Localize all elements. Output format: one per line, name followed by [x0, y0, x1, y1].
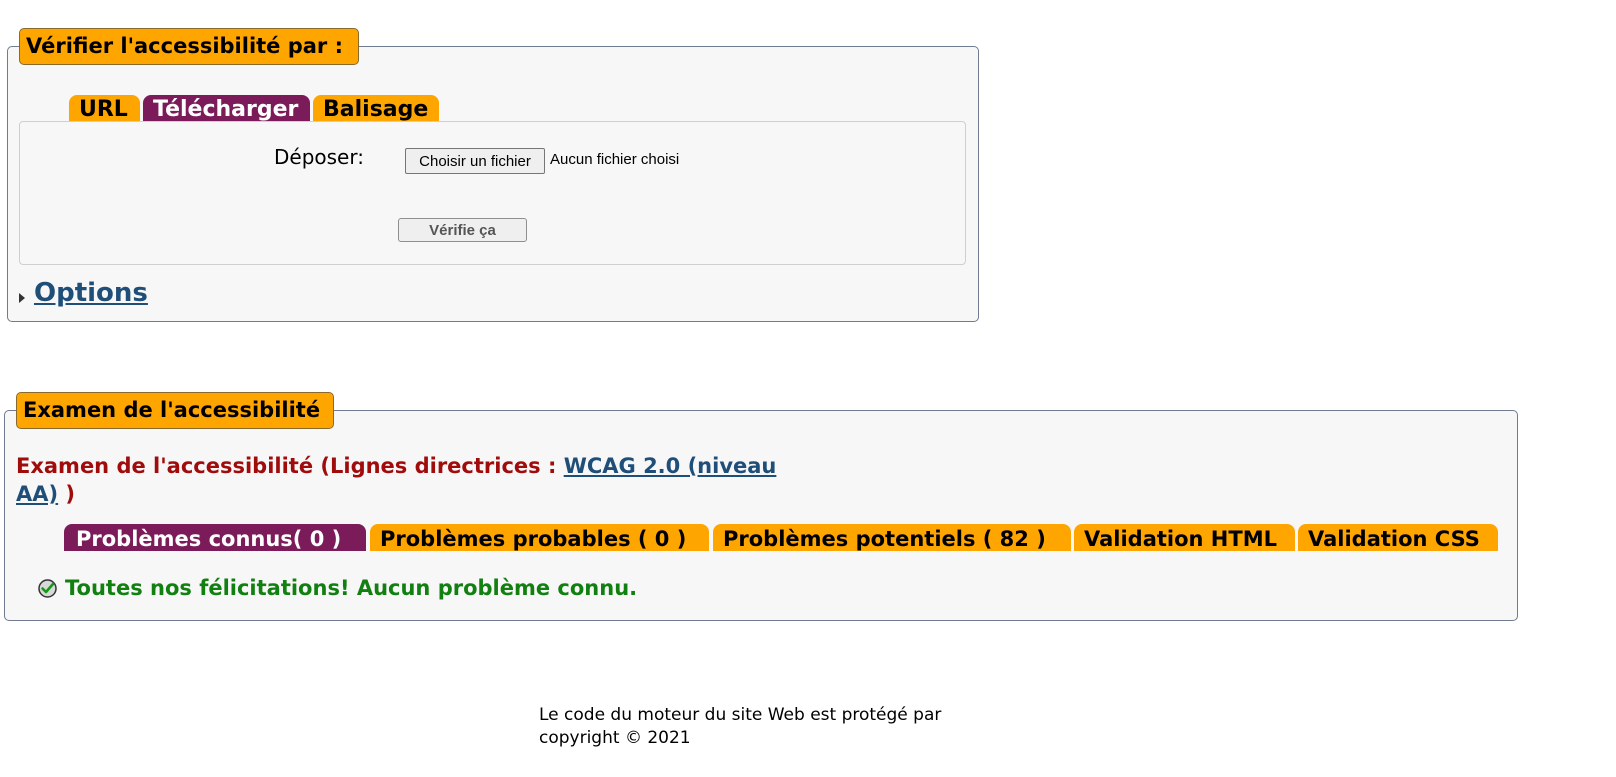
check-submit-button[interactable]: Vérifie ça: [398, 218, 527, 242]
tab-url[interactable]: URL: [69, 95, 140, 123]
tab-validation-css[interactable]: Validation CSS: [1298, 524, 1498, 551]
check-legend: Vérifier l'accessibilité par :: [19, 28, 359, 65]
wcag-link-line2: AA): [16, 482, 59, 506]
tab-problemes-probables[interactable]: Problèmes probables ( 0 ): [370, 524, 709, 551]
check-success-icon: [38, 579, 57, 598]
review-heading-prefix: Examen de l'accessibilité (Lignes direct…: [16, 454, 564, 478]
footer-line-1: Le code du moteur du site Web est protég…: [539, 705, 942, 725]
file-status-text: Aucun fichier choisi: [550, 151, 680, 168]
options-link[interactable]: Options: [34, 278, 148, 308]
review-heading-suffix: ): [58, 482, 76, 506]
options-toggle-icon[interactable]: [19, 293, 25, 303]
footer-line-2: copyright © 2021: [539, 728, 691, 748]
review-legend: Examen de l'accessibilité: [16, 392, 334, 429]
choose-file-button[interactable]: Choisir un fichier: [405, 148, 545, 174]
upload-label: Déposer:: [274, 145, 364, 169]
tab-problemes-connus[interactable]: Problèmes connus( 0 ): [64, 524, 366, 551]
footer-copyright: Le code du moteur du site Web est protég…: [539, 704, 941, 750]
tab-validation-html[interactable]: Validation HTML: [1074, 524, 1295, 551]
tab-balisage[interactable]: Balisage: [313, 95, 439, 123]
wcag-link-line1: WCAG 2.0 (niveau: [563, 454, 777, 478]
tab-problemes-potentiels[interactable]: Problèmes potentiels ( 82 ): [713, 524, 1071, 551]
tab-telecharger[interactable]: Télécharger: [143, 95, 310, 123]
upload-panel: [19, 121, 966, 265]
review-heading: Examen de l'accessibilité (Lignes direct…: [16, 452, 826, 508]
success-message: Toutes nos félicitations! Aucun problème…: [65, 576, 638, 600]
